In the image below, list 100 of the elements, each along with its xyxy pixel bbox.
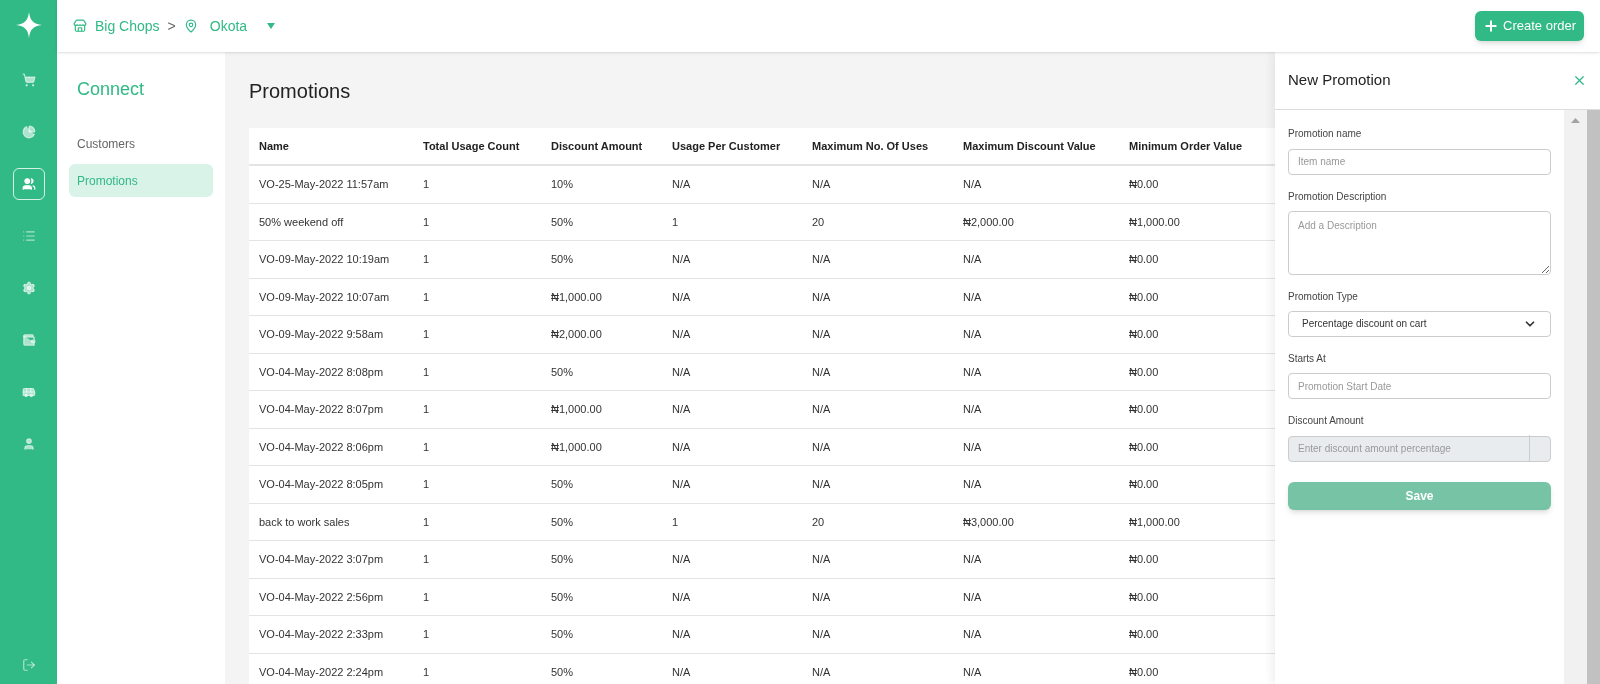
table-cell-text: ₦1,000.00 (1128, 514, 1181, 530)
column-header: Discount Amount (550, 138, 644, 154)
table-cell-text: ₦0.00 (1128, 327, 1160, 342)
column-header: Maximum Discount Value (962, 138, 1097, 154)
field-label: Promotion name (1288, 127, 1363, 141)
dropdown-caret-icon[interactable] (267, 23, 276, 29)
table-cell-text: ₦0.00 (1128, 664, 1160, 680)
table-cell-text: N/A (811, 177, 832, 192)
list-icon (21, 229, 36, 243)
location-name[interactable]: Okota (209, 15, 248, 37)
table-cell-text: N/A (811, 402, 832, 417)
table-cell-text: ₦0.00 (1128, 289, 1160, 305)
table-cell-text: N/A (671, 627, 692, 642)
table-cell-text: ₦0.00 (1128, 177, 1160, 192)
scroll-up-icon[interactable] (1571, 118, 1580, 123)
table-cell-text: N/A (811, 552, 832, 567)
sidebar-item[interactable]: Promotions (69, 164, 213, 197)
table-cell-text: ₦1,000.00 (550, 289, 603, 305)
field-label: Starts At (1288, 351, 1327, 366)
create-order-button[interactable]: Create order (1475, 11, 1584, 41)
column-header: Minimum Order Value (1128, 138, 1244, 154)
table-cell-text: N/A (962, 627, 983, 642)
table-cell-text: ₦0.00 (1128, 477, 1160, 492)
column-header: Name (258, 138, 290, 154)
table-cell-text: 50% (550, 627, 575, 642)
table-cell-text: 1 (422, 627, 431, 642)
table-cell-text: N/A (962, 252, 983, 267)
table-cell-text: 50% (550, 664, 575, 680)
column-header: Usage Per Customer (671, 138, 782, 154)
table-cell-text: 1 (671, 214, 680, 230)
table-cell-text: N/A (671, 552, 692, 567)
sparkle-logo-icon (15, 12, 42, 38)
table-cell-text: VO-25-May-2022 11:57am (258, 177, 390, 192)
panel-title: New Promotion (1288, 70, 1391, 91)
table-cell-text: 1 (422, 402, 431, 417)
table-cell-text: N/A (962, 289, 983, 305)
table-cell-text: 20 (811, 214, 826, 230)
table-cell-text: ₦1,000.00 (1128, 214, 1181, 230)
promotion-type-select[interactable]: Percentage discount on cart (1288, 310, 1551, 337)
table-cell-text: VO-04-May-2022 3:07pm (258, 552, 385, 567)
table-cell-text: VO-09-May-2022 10:19am (258, 252, 391, 267)
table-cell-text: N/A (962, 364, 983, 380)
breadcrumb-separator: > (167, 16, 176, 36)
table-cell-text: N/A (671, 364, 692, 380)
table-cell-text: ₦0.00 (1128, 402, 1160, 417)
table-cell-text: ₦0.00 (1128, 552, 1160, 567)
save-button[interactable]: Save (1288, 481, 1551, 510)
user-icon (21, 437, 36, 451)
store-icon (73, 19, 87, 33)
table-cell-text: N/A (962, 477, 983, 492)
table-cell-text: 1 (422, 364, 431, 380)
table-cell-text: N/A (962, 552, 983, 567)
table-cell-text: N/A (962, 327, 983, 342)
cart-icon (21, 73, 36, 87)
table-cell-text: 50% (550, 514, 575, 530)
table-cell-text: 1 (422, 589, 431, 605)
sidebar-item[interactable]: Customers (69, 127, 213, 160)
table-cell-text: N/A (671, 664, 692, 680)
input-field[interactable]: Promotion Start Date (1288, 373, 1551, 399)
store-name[interactable]: Big Chops (95, 15, 160, 37)
table-cell-text: ₦2,000.00 (550, 327, 603, 342)
table-cell-text: N/A (811, 289, 832, 305)
table-cell-text: N/A (962, 177, 983, 192)
sidebar-title: Connect (76, 78, 146, 101)
table-cell-text: N/A (671, 589, 692, 605)
wallet-icon (21, 333, 36, 347)
table-cell-text: 50% (550, 252, 575, 267)
table-cell-text: 1 (422, 514, 431, 530)
rail-button[interactable] (12, 168, 45, 200)
field-label: Promotion Description (1288, 189, 1388, 204)
location-pin-icon (183, 19, 198, 33)
table-cell-text: ₦0.00 (1128, 627, 1160, 642)
column-header: Total Usage Count (422, 138, 521, 154)
column-header: Maximum No. Of Uses (811, 138, 930, 154)
table-cell-text: N/A (811, 627, 832, 642)
table-cell-text: ₦0.00 (1128, 589, 1160, 605)
table-cell-text: 1 (422, 289, 431, 305)
table-cell-text: N/A (962, 439, 983, 455)
table-cell-text: ₦0.00 (1128, 364, 1160, 380)
table-cell-text: 1 (422, 177, 431, 192)
table-cell-text: VO-04-May-2022 8:05pm (258, 477, 385, 492)
pie-chart-icon (21, 125, 36, 139)
table-cell-text: N/A (811, 252, 832, 267)
logout-icon[interactable] (21, 658, 36, 672)
bus-icon (21, 385, 36, 399)
table-cell-text: VO-04-May-2022 2:56pm (258, 589, 385, 605)
table-cell-text: N/A (671, 252, 692, 267)
table-cell-text: N/A (671, 327, 692, 342)
table-cell-text: 1 (422, 252, 431, 267)
table-cell-text: ₦3,000.00 (962, 514, 1015, 530)
table-cell-text: 1 (422, 439, 431, 455)
close-icon[interactable] (1572, 73, 1587, 88)
input-field[interactable]: Item name (1288, 148, 1551, 175)
table-cell-text: VO-04-May-2022 8:08pm (258, 364, 385, 380)
table-cell-text: 50% (550, 214, 575, 230)
table-cell-text: ₦1,000.00 (550, 439, 603, 455)
table-cell-text: ₦0.00 (1128, 439, 1160, 455)
table-cell-text: N/A (671, 439, 692, 455)
table-cell-text: back to work sales (258, 514, 351, 530)
description-field[interactable]: Add a Description (1288, 210, 1551, 275)
